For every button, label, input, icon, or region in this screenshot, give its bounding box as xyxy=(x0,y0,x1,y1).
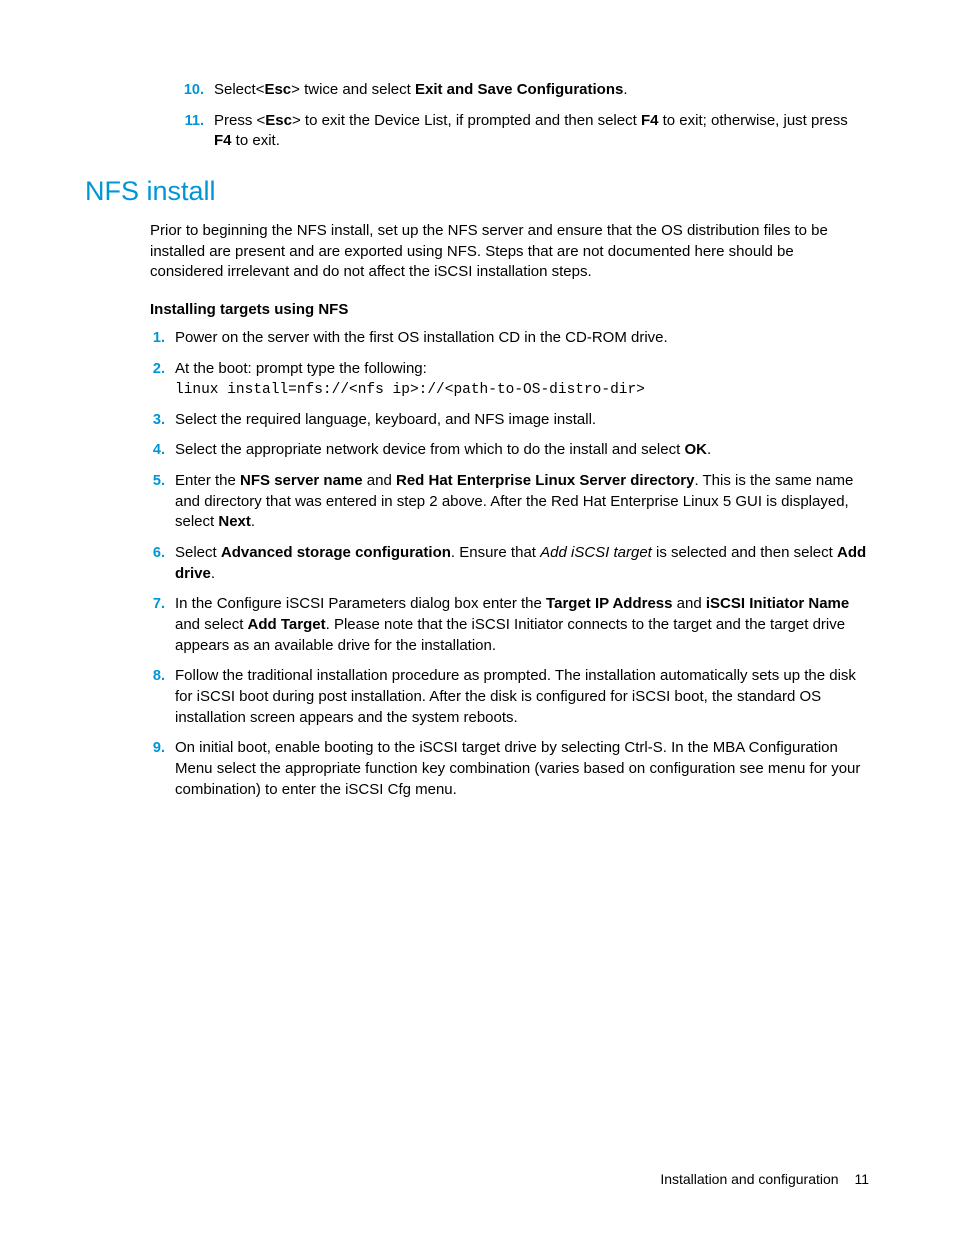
list-item-6: 6. Select Advanced storage configuration… xyxy=(150,543,869,584)
list-item-8: 8. Follow the traditional installation p… xyxy=(150,666,869,728)
list-item-1: 1. Power on the server with the first OS… xyxy=(150,328,869,349)
item-number: 2. xyxy=(150,359,175,400)
section-heading: NFS install xyxy=(85,176,869,207)
list-item-10: 10. Select<Esc> twice and select Exit an… xyxy=(180,80,869,101)
list-item-2: 2. At the boot: prompt type the followin… xyxy=(150,359,869,400)
item-text: On initial boot, enable booting to the i… xyxy=(175,738,869,800)
item-text: In the Configure iSCSI Parameters dialog… xyxy=(175,594,869,656)
item-number: 5. xyxy=(150,471,175,533)
numbered-list: 1. Power on the server with the first OS… xyxy=(150,328,869,800)
list-item-3: 3. Select the required language, keyboar… xyxy=(150,410,869,431)
item-text: Press <Esc> to exit the Device List, if … xyxy=(214,111,869,152)
continued-list: 10. Select<Esc> twice and select Exit an… xyxy=(180,80,869,152)
item-number: 7. xyxy=(150,594,175,656)
item-number: 4. xyxy=(150,440,175,461)
item-text: Select the appropriate network device fr… xyxy=(175,440,869,461)
list-item-9: 9. On initial boot, enable booting to th… xyxy=(150,738,869,800)
list-item-7: 7. In the Configure iSCSI Parameters dia… xyxy=(150,594,869,656)
item-number: 8. xyxy=(150,666,175,728)
intro-paragraph: Prior to beginning the NFS install, set … xyxy=(150,221,869,283)
list-item-4: 4. Select the appropriate network device… xyxy=(150,440,869,461)
footer-section: Installation and configuration xyxy=(660,1171,838,1187)
item-text: Enter the NFS server name and Red Hat En… xyxy=(175,471,869,533)
code-line: linux install=nfs://<nfs ip>://<path-to-… xyxy=(175,380,869,400)
list-item-5: 5. Enter the NFS server name and Red Hat… xyxy=(150,471,869,533)
page-footer: Installation and configuration 11 xyxy=(660,1171,869,1187)
item-text: Power on the server with the first OS in… xyxy=(175,328,869,349)
list-item-11: 11. Press <Esc> to exit the Device List,… xyxy=(180,111,869,152)
item-text: Select<Esc> twice and select Exit and Sa… xyxy=(214,80,869,101)
page-number: 11 xyxy=(854,1171,869,1187)
item-text: Follow the traditional installation proc… xyxy=(175,666,869,728)
item-number: 6. xyxy=(150,543,175,584)
item-text: Select Advanced storage configuration. E… xyxy=(175,543,869,584)
item-number: 3. xyxy=(150,410,175,431)
item-number: 10. xyxy=(180,80,214,101)
page-content: 10. Select<Esc> twice and select Exit an… xyxy=(85,80,869,801)
item-number: 9. xyxy=(150,738,175,800)
item-text: At the boot: prompt type the following: … xyxy=(175,359,869,400)
sub-heading: Installing targets using NFS xyxy=(150,301,869,318)
item-text: Select the required language, keyboard, … xyxy=(175,410,869,431)
item-number: 1. xyxy=(150,328,175,349)
item-number: 11. xyxy=(180,111,214,152)
